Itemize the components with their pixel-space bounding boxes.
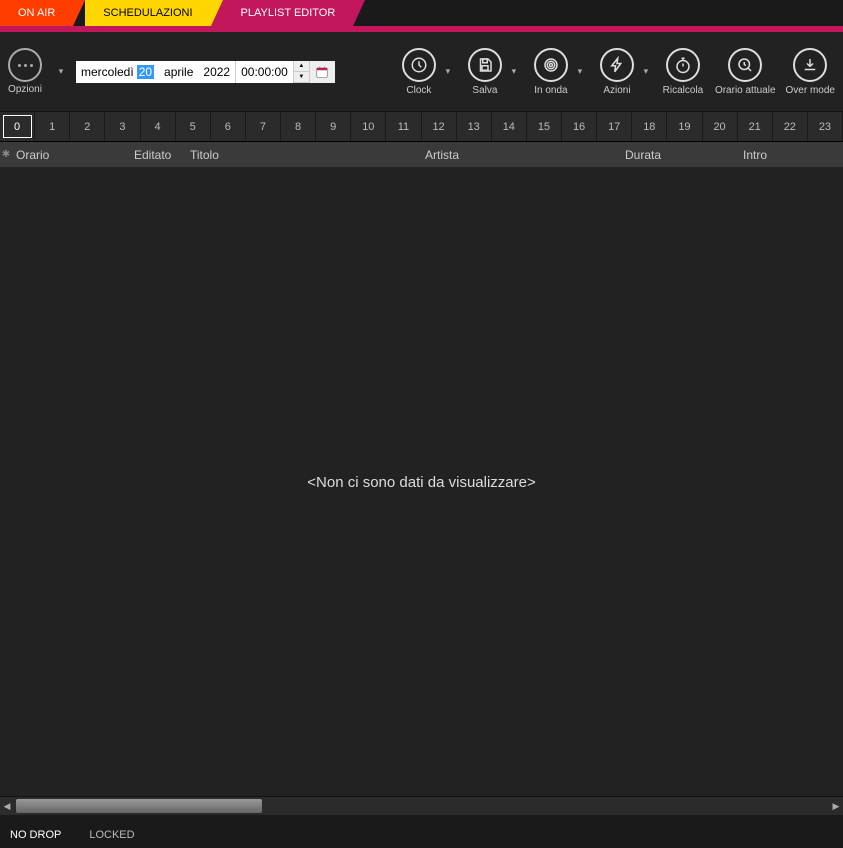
status-nodrop: NO DROP xyxy=(10,829,61,841)
hour-2[interactable]: 2 xyxy=(70,112,105,141)
hour-4[interactable]: 4 xyxy=(141,112,176,141)
hour-9[interactable]: 9 xyxy=(316,112,351,141)
hour-12[interactable]: 12 xyxy=(422,112,457,141)
hours-bar: 01234567891011121314151617181920212223 xyxy=(0,112,843,142)
hour-0[interactable]: 0 xyxy=(0,112,35,141)
save-button[interactable]: Salva xyxy=(463,48,507,96)
col-durata[interactable]: Durata xyxy=(621,148,739,162)
ricalcola-label: Ricalcola xyxy=(663,85,704,96)
hour-21[interactable]: 21 xyxy=(738,112,773,141)
clock-chevron[interactable]: ▾ xyxy=(443,67,453,77)
date-picker[interactable]: mercoledì 20 aprile 2022 00:00:00 ▲ ▼ xyxy=(76,61,335,83)
table-header: ✱ Orario Editato Titolo Artista Durata I… xyxy=(0,142,843,168)
download-icon xyxy=(793,48,827,82)
clock-button[interactable]: Clock xyxy=(397,48,441,96)
col-orario[interactable]: Orario xyxy=(12,148,130,162)
save-label: Salva xyxy=(472,85,497,96)
status-locked: LOCKED xyxy=(89,829,134,841)
date-weekday-day: mercoledì 20 xyxy=(76,61,159,83)
hour-5[interactable]: 5 xyxy=(176,112,211,141)
over-label: Over mode xyxy=(786,85,835,96)
hour-14[interactable]: 14 xyxy=(492,112,527,141)
hour-20[interactable]: 20 xyxy=(703,112,738,141)
over-button[interactable]: Over mode xyxy=(786,48,835,96)
date-month: aprile xyxy=(159,61,198,83)
hour-23[interactable]: 23 xyxy=(808,112,843,141)
toolbar: Opzioni ▾ mercoledì 20 aprile 2022 00:00… xyxy=(0,32,843,112)
orario-button[interactable]: Orario attuale xyxy=(715,48,776,96)
empty-message: <Non ci sono dati da visualizzare> xyxy=(307,474,535,491)
hour-13[interactable]: 13 xyxy=(457,112,492,141)
hour-3[interactable]: 3 xyxy=(105,112,140,141)
azioni-label: Azioni xyxy=(603,85,630,96)
spin-up-icon[interactable]: ▲ xyxy=(294,61,309,72)
hour-7[interactable]: 7 xyxy=(246,112,281,141)
date-time: 00:00:00 xyxy=(235,61,293,83)
lightning-icon xyxy=(600,48,634,82)
tab-playlist-editor[interactable]: PLAYLIST EDITOR xyxy=(223,0,354,26)
date-year: 2022 xyxy=(198,61,235,83)
options-group: Opzioni xyxy=(8,48,42,95)
hour-11[interactable]: 11 xyxy=(386,112,421,141)
row-indicator-icon: ✱ xyxy=(0,149,12,160)
status-bar: NO DROP LOCKED xyxy=(0,822,843,848)
orario-label: Orario attuale xyxy=(715,85,776,96)
tab-schedulazioni-label: SCHEDULAZIONI xyxy=(103,7,192,19)
col-titolo[interactable]: Titolo xyxy=(186,148,421,162)
date-day: 20 xyxy=(137,65,154,79)
inonda-chevron[interactable]: ▾ xyxy=(575,67,585,77)
tab-onair-label: ON AIR xyxy=(18,7,55,19)
hour-8[interactable]: 8 xyxy=(281,112,316,141)
dot-icon xyxy=(18,64,21,67)
hour-17[interactable]: 17 xyxy=(597,112,632,141)
save-chevron[interactable]: ▾ xyxy=(509,67,519,77)
table-content: <Non ci sono dati da visualizzare> xyxy=(0,168,843,797)
hour-6[interactable]: 6 xyxy=(211,112,246,141)
scroll-thumb[interactable] xyxy=(16,799,262,813)
azioni-chevron[interactable]: ▾ xyxy=(641,67,651,77)
tab-playlist-editor-label: PLAYLIST EDITOR xyxy=(241,7,336,19)
hour-19[interactable]: 19 xyxy=(667,112,702,141)
calendar-icon xyxy=(315,65,329,79)
tab-schedulazioni[interactable]: SCHEDULAZIONI xyxy=(85,0,210,26)
col-intro[interactable]: Intro xyxy=(739,148,843,162)
ricalcola-button[interactable]: Ricalcola xyxy=(661,48,705,96)
hour-1[interactable]: 1 xyxy=(35,112,70,141)
broadcast-icon xyxy=(534,48,568,82)
stopwatch-icon xyxy=(666,48,700,82)
calendar-button[interactable] xyxy=(309,61,335,83)
hour-10[interactable]: 10 xyxy=(351,112,386,141)
time-spinner[interactable]: ▲ ▼ xyxy=(293,61,309,83)
inonda-button[interactable]: In onda xyxy=(529,48,573,96)
hour-16[interactable]: 16 xyxy=(562,112,597,141)
dot-icon xyxy=(24,64,27,67)
col-artista[interactable]: Artista xyxy=(421,148,621,162)
hour-18[interactable]: 18 xyxy=(632,112,667,141)
spin-down-icon[interactable]: ▼ xyxy=(294,72,309,83)
scroll-right-icon[interactable]: ▶ xyxy=(829,799,843,813)
options-button[interactable] xyxy=(8,48,42,82)
search-time-icon xyxy=(728,48,762,82)
clock-icon xyxy=(402,48,436,82)
date-weekday: mercoledì xyxy=(81,65,134,79)
tab-strip: ON AIR SCHEDULAZIONI PLAYLIST EDITOR xyxy=(0,0,843,32)
horizontal-scrollbar[interactable]: ◀ ▶ xyxy=(0,797,843,815)
options-chevron[interactable]: ▾ xyxy=(56,67,66,77)
tab-onair[interactable]: ON AIR xyxy=(0,0,73,26)
clock-label: Clock xyxy=(406,85,431,96)
options-label: Opzioni xyxy=(8,84,42,95)
save-icon xyxy=(468,48,502,82)
inonda-label: In onda xyxy=(534,85,567,96)
col-editato[interactable]: Editato xyxy=(130,148,186,162)
azioni-button[interactable]: Azioni xyxy=(595,48,639,96)
dot-icon xyxy=(30,64,33,67)
hour-22[interactable]: 22 xyxy=(773,112,808,141)
hour-15[interactable]: 15 xyxy=(527,112,562,141)
scroll-left-icon[interactable]: ◀ xyxy=(0,799,14,813)
scroll-track[interactable] xyxy=(16,799,827,813)
